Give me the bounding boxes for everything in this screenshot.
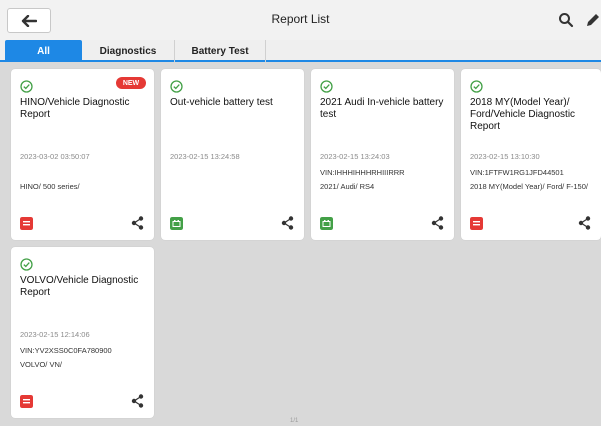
share-icon[interactable] (131, 216, 144, 230)
check-circle-icon (20, 258, 33, 271)
report-card-audi-battery[interactable]: 2021 Audi In-vehicle battery test 2023-0… (311, 69, 454, 240)
diagnostic-report-icon (470, 217, 483, 230)
report-date: 2023-02-15 13:24:03 (320, 152, 390, 161)
tab-battery-test[interactable]: Battery Test (174, 40, 266, 62)
top-bar: Report List (0, 0, 601, 40)
report-title: VOLVO/Vehicle Diagnostic Report (20, 275, 139, 298)
report-card-ford[interactable]: 2018 MY(Model Year)/ Ford/Vehicle Diagno… (461, 69, 601, 240)
report-card-out-vehicle-battery[interactable]: Out-vehicle battery test 2023-02-15 13:2… (161, 69, 304, 240)
report-date: 2023-02-15 12:14:06 (20, 330, 90, 339)
page-indicator: 1/1 (290, 418, 299, 424)
check-circle-icon (20, 80, 33, 93)
report-filter-tabs: All Diagnostics Battery Test (0, 40, 601, 62)
share-icon[interactable] (131, 394, 144, 408)
share-icon[interactable] (578, 216, 591, 230)
report-title: Out-vehicle battery test (170, 97, 273, 108)
report-vehicle: HINO/ 500 series/ (20, 182, 80, 191)
battery-report-icon (320, 217, 333, 230)
battery-report-icon (170, 217, 183, 230)
report-date: 2023-02-15 13:10:30 (470, 152, 540, 161)
report-title: 2018 MY(Model Year)/ Ford/Vehicle Diagno… (470, 97, 576, 132)
pencil-icon (587, 14, 599, 26)
report-vehicle: 2018 MY(Model Year)/ Ford/ F-150/ (470, 182, 588, 191)
report-vin: VIN:1FTFW1RG1JFD44501 (470, 168, 564, 177)
share-icon[interactable] (431, 216, 444, 230)
tab-diagnostics[interactable]: Diagnostics (82, 40, 174, 62)
report-date: 2023-03-02 03:50:07 (20, 152, 90, 161)
edit-button[interactable] (584, 11, 601, 29)
check-circle-icon (470, 80, 483, 93)
diagnostic-report-icon (20, 217, 33, 230)
report-title: HINO/Vehicle Diagnostic Report (20, 97, 130, 120)
search-button[interactable] (557, 11, 575, 29)
report-vehicle: 2021/ Audi/ RS4 (320, 182, 375, 191)
report-vehicle: VOLVO/ VN/ (20, 360, 62, 369)
check-circle-icon (320, 80, 333, 93)
tab-all[interactable]: All (5, 40, 82, 62)
share-icon[interactable] (281, 216, 294, 230)
report-date: 2023-02-15 13:24:58 (170, 152, 240, 161)
report-vin: VIN:YV2XSS0C0FA780900 (20, 346, 112, 355)
new-badge: NEW (116, 77, 146, 89)
report-title: 2021 Audi In-vehicle battery test (320, 97, 444, 120)
diagnostic-report-icon (20, 395, 33, 408)
report-vin: VIN:IHHHIHHHRHIIIRRR (320, 168, 405, 177)
report-card-hino[interactable]: NEW HINO/Vehicle Diagnostic Report 2023-… (11, 69, 154, 240)
check-circle-icon (170, 80, 183, 93)
report-card-volvo[interactable]: VOLVO/Vehicle Diagnostic Report 2023-02-… (11, 247, 154, 418)
search-icon (559, 13, 574, 28)
page-title: Report List (271, 12, 330, 26)
